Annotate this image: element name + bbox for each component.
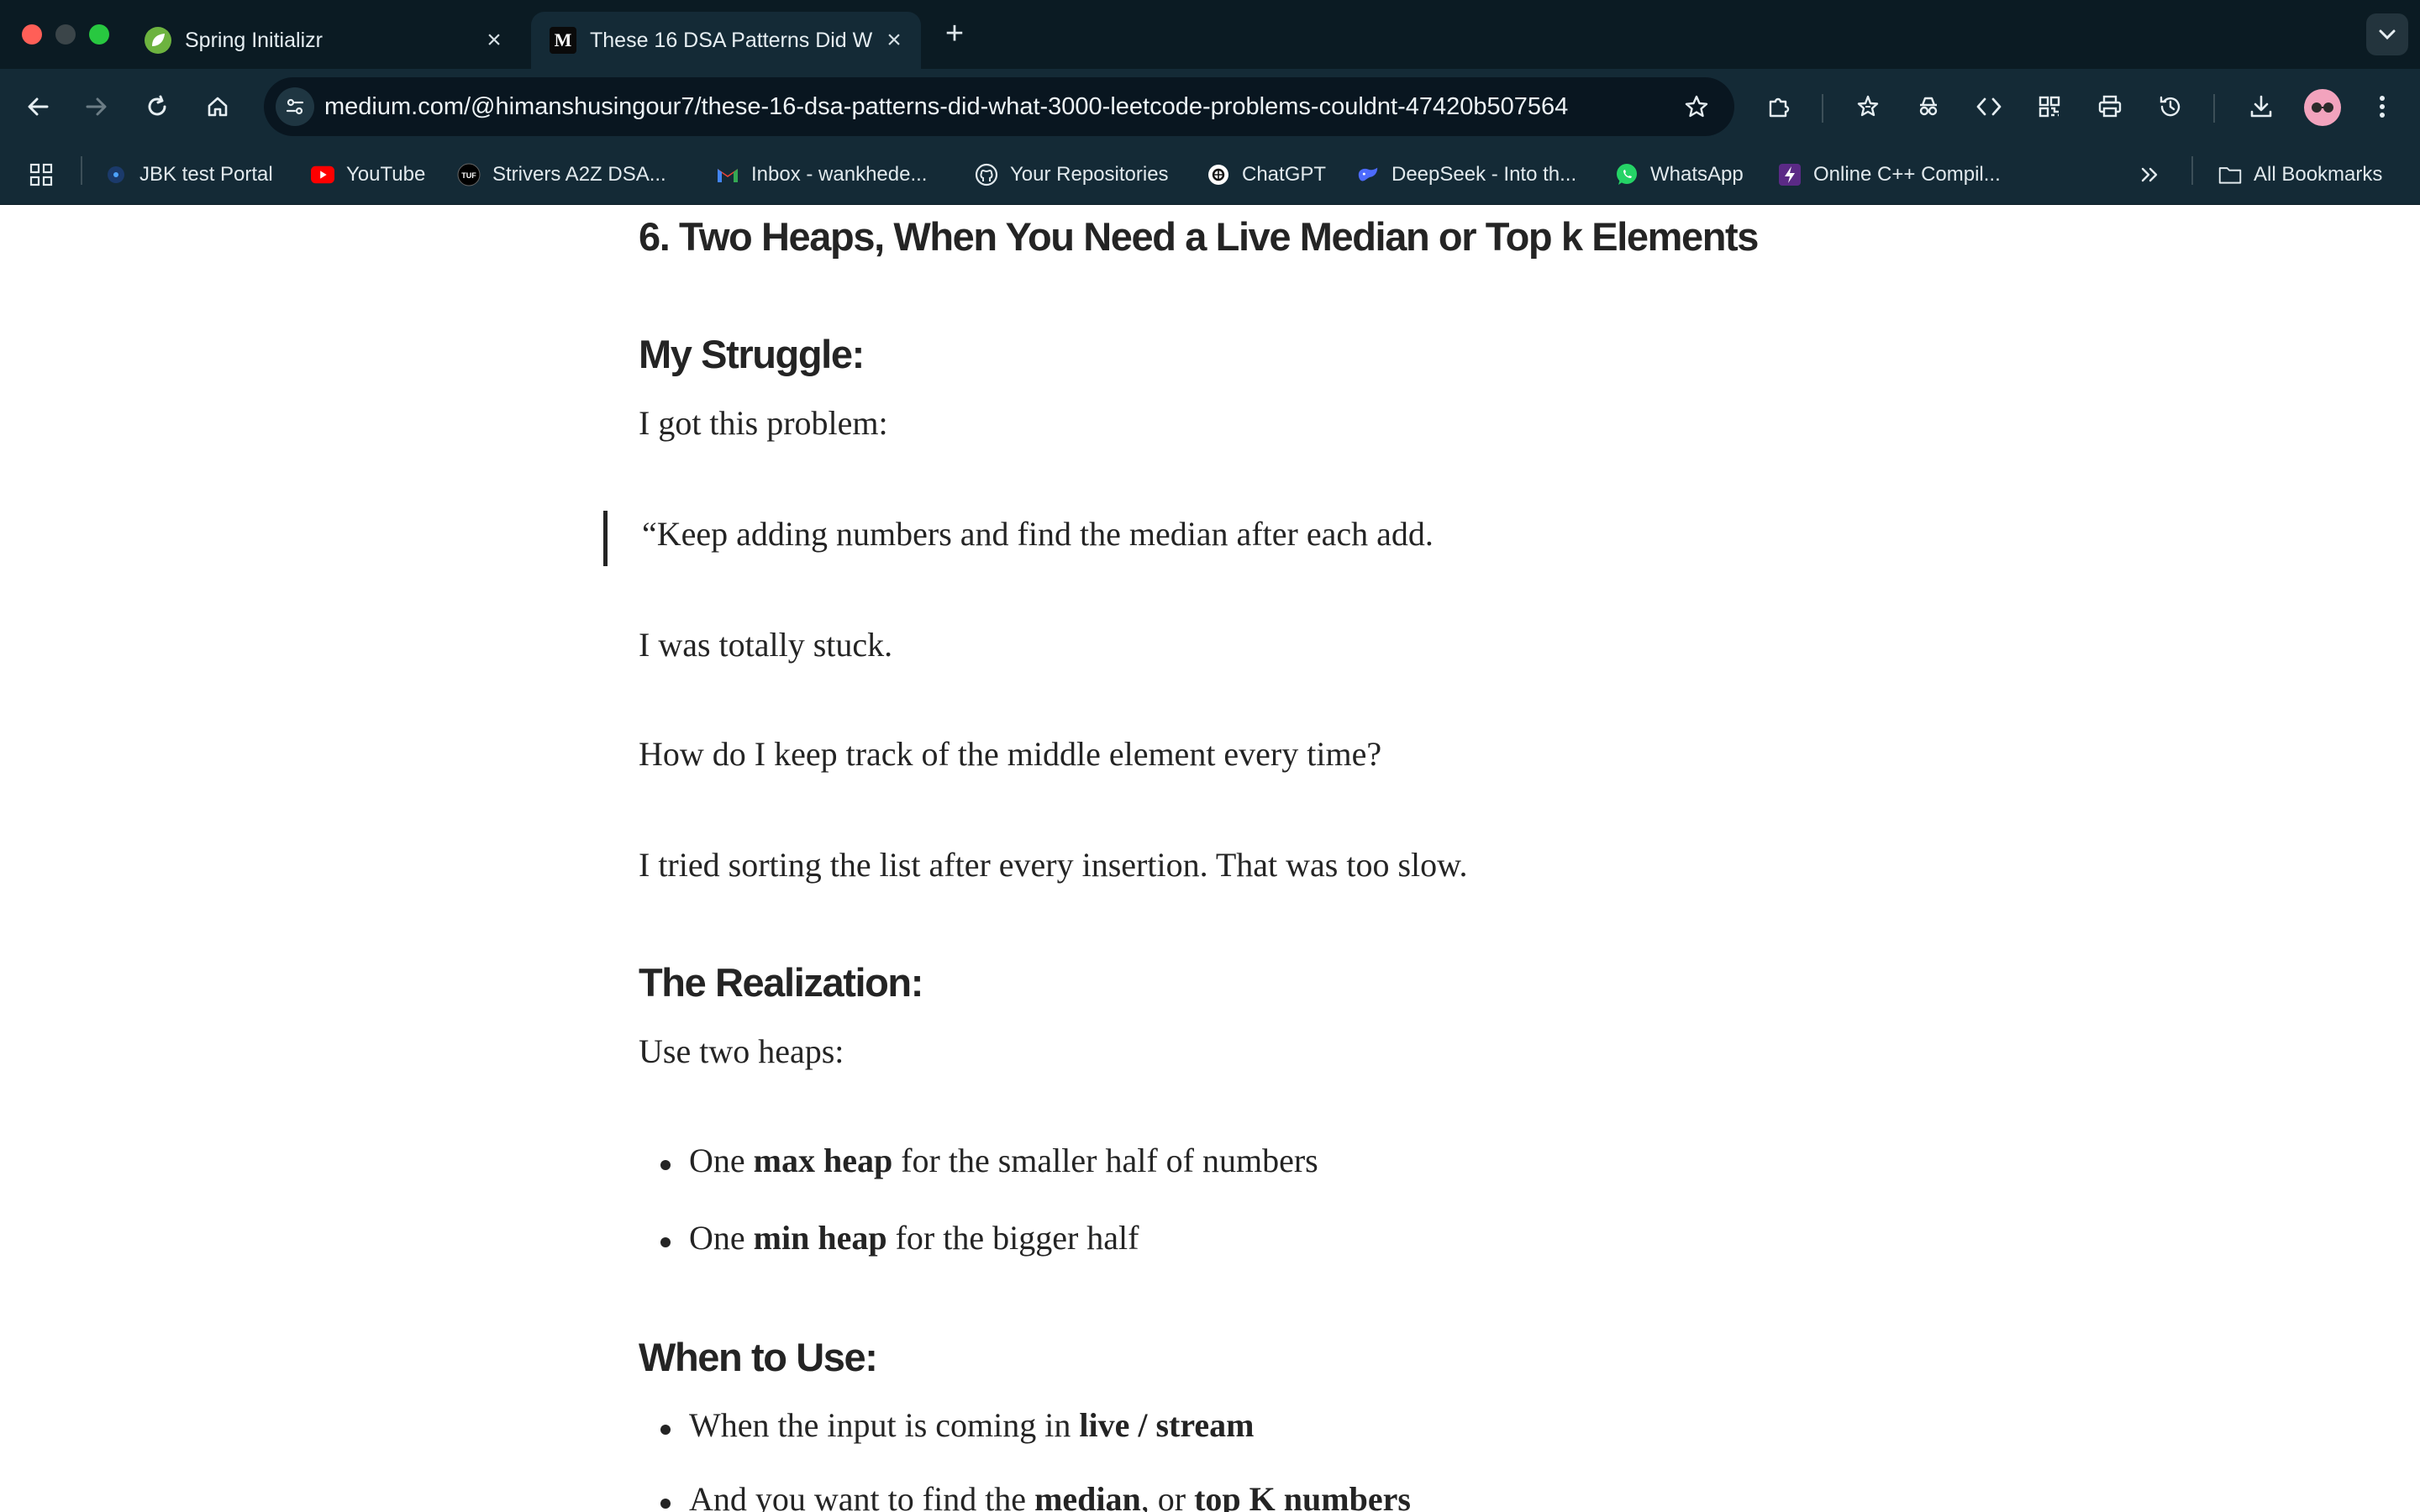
- close-tab-icon[interactable]: ×: [479, 25, 509, 55]
- incognito-icon[interactable]: [1909, 87, 1948, 126]
- blockquote-text: “Keep adding numbers and find the median…: [642, 515, 1434, 553]
- medium-logo-icon: M: [550, 27, 576, 54]
- bookmark-gmail-inbox[interactable]: Inbox - wankhede...: [716, 156, 927, 193]
- whatsapp-icon: [1615, 163, 1639, 186]
- bookmark-strivers-a2z[interactable]: TUF Strivers A2Z DSA...: [457, 156, 666, 193]
- home-icon[interactable]: [198, 87, 237, 126]
- tuf-icon: TUF: [457, 163, 481, 186]
- browser-toolbar: medium.com/@himanshusingour7/these-16-ds…: [0, 69, 2420, 144]
- bookmark-label: YouTube: [346, 163, 426, 186]
- bookmark-your-repositories[interactable]: Your Repositories: [975, 156, 1169, 193]
- folder-icon: [2218, 163, 2242, 186]
- back-arrow-icon[interactable]: [18, 87, 57, 126]
- paragraph: Use two heaps:: [639, 1032, 844, 1070]
- window-maximize-button[interactable]: [89, 24, 109, 45]
- chatgpt-icon: [1207, 163, 1230, 186]
- github-icon: [975, 163, 998, 186]
- tab-medium-article[interactable]: M These 16 DSA Patterns Did W ×: [531, 12, 921, 69]
- bookmark-label: Online C++ Compil...: [1813, 163, 2001, 186]
- bookmark-label: WhatsApp: [1650, 163, 1744, 186]
- bookmark-chatgpt[interactable]: ChatGPT: [1207, 156, 1326, 193]
- tab-title: These 16 DSA Patterns Did W: [590, 28, 873, 52]
- tab-strip: Spring Initializr × M These 16 DSA Patte…: [0, 0, 2420, 69]
- bullet: [660, 1237, 671, 1247]
- bookmark-youtube[interactable]: YouTube: [311, 156, 425, 193]
- spring-leaf-icon: [145, 27, 171, 54]
- bookmark-online-cpp-compiler[interactable]: Online C++ Compil...: [1778, 156, 2001, 193]
- bolt-icon: [1778, 163, 1802, 186]
- bookmark-deepseek[interactable]: DeepSeek - Into th...: [1356, 156, 1576, 193]
- list-item: When the input is coming in live / strea…: [689, 1406, 1255, 1444]
- url-text[interactable]: medium.com/@himanshusingour7/these-16-ds…: [324, 77, 1669, 136]
- bookmark-label: DeepSeek - Into th...: [1392, 163, 1577, 186]
- gmail-icon: [716, 163, 739, 186]
- article-body: 6. Two Heaps, When You Need a Live Media…: [0, 205, 2420, 1512]
- bullet: [660, 1499, 671, 1509]
- bookmark-star-icon[interactable]: [1677, 87, 1716, 126]
- list-item: One min heap for the bigger half: [689, 1219, 1139, 1257]
- bookmark-label: JBK test Portal: [139, 163, 273, 186]
- address-bar[interactable]: medium.com/@himanshusingour7/these-16-ds…: [264, 77, 1734, 136]
- list-item: And you want to find the median, or top …: [689, 1480, 1411, 1512]
- qr-code-icon[interactable]: [2030, 87, 2069, 126]
- history-icon[interactable]: [2151, 87, 2190, 126]
- download-icon[interactable]: [2242, 87, 2281, 126]
- print-icon[interactable]: [2091, 87, 2129, 126]
- bullet: [660, 1160, 671, 1170]
- apps-grid-icon[interactable]: [29, 156, 54, 193]
- profile-avatar[interactable]: [2304, 89, 2341, 126]
- bookmark-label: Strivers A2Z DSA...: [492, 163, 666, 186]
- realization-heading: The Realization:: [639, 960, 923, 1005]
- all-bookmarks-label: All Bookmarks: [2254, 163, 2383, 186]
- when-to-use-heading: When to Use:: [639, 1335, 878, 1379]
- new-tab-icon[interactable]: +: [938, 15, 971, 52]
- section-heading: 6. Two Heaps, When You Need a Live Media…: [639, 214, 1759, 259]
- tab-search-chevron-icon[interactable]: [2366, 13, 2408, 55]
- all-bookmarks-button[interactable]: All Bookmarks: [2218, 156, 2382, 193]
- bookmark-label: Inbox - wankhede...: [751, 163, 928, 186]
- list-item: One max heap for the smaller half of num…: [689, 1142, 1318, 1179]
- bookmarks-divider: [81, 156, 82, 185]
- youtube-icon: [311, 163, 334, 186]
- deepseek-icon: [1356, 163, 1380, 186]
- paragraph: I was totally stuck.: [639, 626, 893, 664]
- more-menu-icon[interactable]: [2363, 87, 2402, 126]
- forward-arrow-icon[interactable]: [77, 87, 116, 126]
- bookmarks-bar: JBK test Portal YouTube TUF Strivers A2Z…: [0, 144, 2420, 205]
- tab-spring-initializr[interactable]: Spring Initializr ×: [126, 12, 521, 69]
- jbk-icon: [104, 163, 128, 186]
- toolbar-divider: [1822, 94, 1823, 123]
- struggle-heading: My Struggle:: [639, 332, 865, 376]
- paragraph: I got this problem:: [639, 404, 888, 442]
- blockquote-bar: [603, 511, 608, 566]
- close-tab-icon[interactable]: ×: [879, 25, 909, 55]
- tab-title: Spring Initializr: [185, 28, 323, 52]
- bullet: [660, 1425, 671, 1435]
- window-minimize-button[interactable]: [55, 24, 76, 45]
- bookmark-whatsapp[interactable]: WhatsApp: [1615, 156, 1744, 193]
- toolbar-divider: [2213, 94, 2215, 123]
- reading-list-star-icon[interactable]: [1849, 87, 1887, 126]
- svg-text:TUF: TUF: [461, 171, 476, 180]
- bookmark-label: ChatGPT: [1242, 163, 1327, 186]
- code-brackets-icon[interactable]: [1970, 87, 2008, 126]
- site-settings-icon[interactable]: [276, 87, 314, 126]
- paragraph: I tried sorting the list after every ins…: [639, 846, 1468, 884]
- bookmarks-divider: [2191, 156, 2193, 185]
- reload-icon[interactable]: [138, 87, 176, 126]
- more-bookmarks-chevron-icon[interactable]: [2139, 156, 2161, 193]
- paragraph: How do I keep track of the middle elemen…: [639, 735, 1382, 773]
- bookmark-label: Your Repositories: [1010, 163, 1169, 186]
- bookmark-jbk-test-portal[interactable]: JBK test Portal: [104, 156, 273, 193]
- extensions-puzzle-icon[interactable]: [1760, 87, 1798, 126]
- window-close-button[interactable]: [22, 24, 42, 45]
